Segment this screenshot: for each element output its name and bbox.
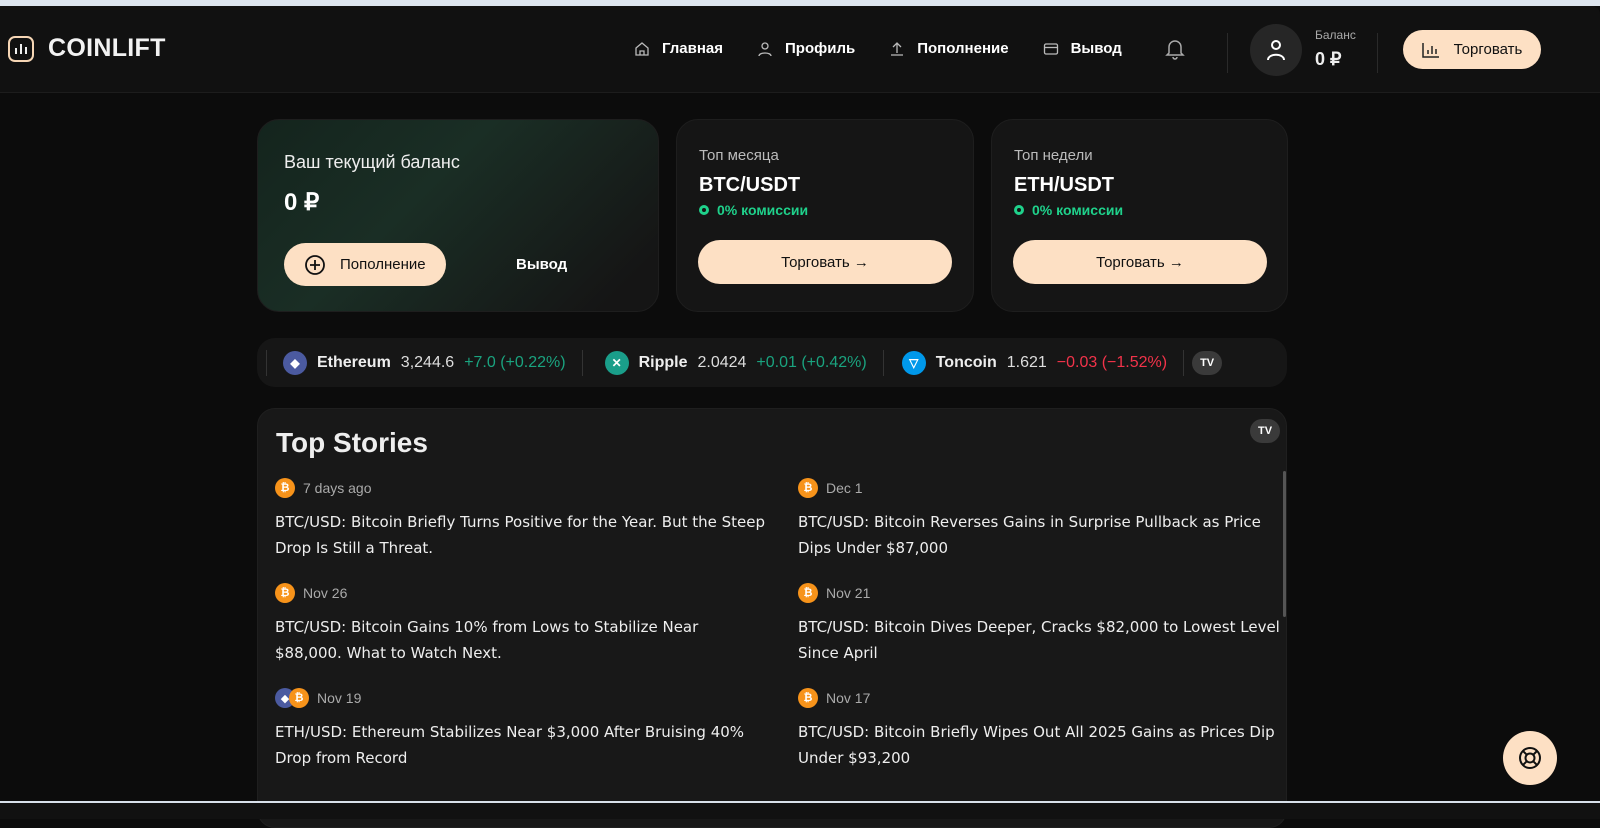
- support-button[interactable]: [1503, 731, 1557, 785]
- nav-profile[interactable]: Профиль: [757, 40, 855, 57]
- top-week-card: Топ недели ETH/USDT 0% комиссии Торговат…: [991, 119, 1288, 312]
- story-title: BTC/USD: Bitcoin Reverses Gains in Surpr…: [798, 513, 1261, 557]
- story-title: BTC/USD: Bitcoin Briefly Turns Positive …: [275, 513, 766, 557]
- main-nav: Главная Профиль Пополнение Вывод: [634, 40, 1122, 57]
- nav-withdraw[interactable]: Вывод: [1043, 40, 1122, 57]
- top-stories-panel: Top Stories TV ₿ 7 days ago BTC/USD: Bitco…: [257, 408, 1287, 828]
- bitcoin-icon: ₿: [798, 478, 818, 498]
- fire-icon: [1014, 205, 1024, 215]
- plus-circle-icon: [305, 254, 325, 275]
- lifebuoy-icon: [1519, 747, 1541, 769]
- fee-text: 0% комиссии: [1032, 202, 1124, 218]
- ticker-clipped: [257, 349, 267, 376]
- ticker-name: Ethereum: [317, 353, 391, 371]
- logo[interactable]: COINLIFT: [8, 34, 166, 63]
- home-icon: [635, 41, 649, 56]
- story-title: BTC/USD: Bitcoin Gains 10% from Lows to …: [275, 618, 699, 662]
- bitcoin-icon: ₿: [798, 583, 818, 603]
- fee-badge: 0% комиссии: [1014, 202, 1123, 218]
- card-icon: [1043, 42, 1058, 55]
- trade-btc-button[interactable]: Торговать →: [698, 240, 952, 284]
- bell-icon[interactable]: [1165, 38, 1185, 60]
- withdraw-button[interactable]: Вывод: [516, 256, 567, 273]
- balance-card-title: Ваш текущий баланс: [284, 152, 460, 172]
- story-date: 7 days ago: [303, 480, 372, 496]
- nav-home[interactable]: Главная: [634, 40, 723, 57]
- story-item[interactable]: ₿ Dec 1 BTC/USD: Bitcoin Reverses Gains in…: [798, 478, 1288, 561]
- ripple-icon: ✕: [604, 350, 629, 375]
- trade-button[interactable]: Торговать: [1403, 30, 1541, 69]
- balance-card: Ваш текущий баланс 0 ₽ Пополнение Вывод: [257, 119, 659, 312]
- deposit-label: Пополнение: [340, 256, 426, 273]
- balance-value: 0 ₽: [1315, 49, 1342, 69]
- fire-icon: [699, 205, 709, 215]
- card-label: Топ месяца: [699, 147, 779, 164]
- ticker-item[interactable]: ✕ Ripple 2.0424 +0.01 (+0.42%): [583, 349, 884, 376]
- top-month-card: Топ месяца BTC/USDT 0% комиссии Торговат…: [676, 119, 974, 312]
- toncoin-icon: ▽: [901, 350, 926, 375]
- stories-title: Top Stories: [276, 427, 428, 458]
- divider: [1377, 33, 1378, 73]
- story-item[interactable]: ◆ ₿ Nov 19 ETH/USD: Ethereum Stabilizes Nea…: [275, 688, 765, 771]
- ticker-item[interactable]: ▽ Toncoin 1.621 −0.03 (−1.52%): [884, 349, 1185, 376]
- ticker-price: 1.621: [1006, 353, 1047, 371]
- upload-icon: [891, 41, 904, 56]
- story-date: Nov 19: [317, 690, 362, 706]
- nav-label: Профиль: [785, 40, 856, 57]
- ticker-name: Toncoin: [935, 353, 997, 371]
- ticker-change: +7.0 (+0.22%): [464, 353, 566, 371]
- trade-eth-button[interactable]: Торговать →: [1013, 240, 1267, 284]
- story-date: Nov 17: [826, 690, 871, 706]
- bitcoin-icon: ₿: [289, 688, 309, 708]
- nav-label: Главная: [662, 40, 724, 57]
- bottom-edge: [0, 801, 1600, 819]
- top-header: COINLIFT Главная Профиль Пополнение Выво…: [0, 6, 1600, 93]
- card-pair: BTC/USDT: [699, 174, 801, 196]
- story-item[interactable]: ₿ Nov 17 BTC/USD: Bitcoin Briefly Wipes Ou…: [798, 688, 1288, 771]
- story-item[interactable]: ₿ Nov 26 BTC/USD: Bitcoin Gains 10% from L…: [275, 583, 765, 666]
- story-title: ETH/USD: Ethereum Stabilizes Near $3,000…: [275, 723, 745, 767]
- story-item[interactable]: ₿ 7 days ago BTC/USD: Bitcoin Briefly Turn…: [275, 478, 765, 561]
- user-icon: [1267, 40, 1285, 61]
- story-date: Dec 1: [826, 480, 863, 496]
- bitcoin-icon: ₿: [798, 688, 818, 708]
- ticker-price: 2.0424: [697, 353, 747, 371]
- ticker-name: Ripple: [638, 353, 688, 371]
- ticker-tape: ◆ Ethereum 3,244.6 +7.0 (+0.22%) ✕ Ripple 2.0…: [257, 338, 1287, 387]
- trade-label: Торговать: [1453, 41, 1523, 58]
- nav-label: Вывод: [1070, 40, 1122, 57]
- balance-label: Баланс: [1315, 28, 1356, 42]
- nav-deposit[interactable]: Пополнение: [889, 40, 1009, 57]
- story-date: Nov 21: [826, 585, 871, 601]
- avatar[interactable]: [1250, 24, 1302, 76]
- logo-text: COINLIFT: [48, 34, 166, 62]
- fee-text: 0% комиссии: [717, 202, 809, 218]
- fee-badge: 0% комиссии: [699, 202, 808, 218]
- story-date: Nov 26: [303, 585, 348, 601]
- nav-label: Пополнение: [917, 40, 1009, 57]
- card-pair: ETH/USDT: [1014, 174, 1114, 196]
- bar-chart-icon: [1421, 42, 1439, 58]
- bitcoin-icon: ₿: [275, 478, 295, 498]
- ticker-price: 3,244.6: [400, 353, 455, 371]
- tradingview-logo-icon[interactable]: TV: [1192, 350, 1223, 375]
- deposit-button[interactable]: Пополнение: [284, 243, 446, 286]
- card-label: Топ недели: [1014, 147, 1093, 164]
- divider: [1227, 33, 1228, 73]
- story-title: BTC/USD: Bitcoin Briefly Wipes Out All 2…: [798, 723, 1275, 767]
- story-item[interactable]: ₿ Nov 21 BTC/USD: Bitcoin Dives Deeper, Cr…: [798, 583, 1288, 666]
- ticker-change: +0.01 (+0.42%): [756, 353, 867, 371]
- ticker-item[interactable]: ◆ Ethereum 3,244.6 +7.0 (+0.22%): [267, 349, 583, 376]
- balance-amount: 0 ₽: [284, 189, 320, 216]
- story-title: BTC/USD: Bitcoin Dives Deeper, Cracks $8…: [798, 618, 1280, 662]
- chart-logo-icon: [8, 35, 34, 62]
- user-icon: [758, 41, 772, 56]
- ethereum-icon: ◆: [283, 350, 307, 375]
- tradingview-logo-icon[interactable]: TV: [1250, 419, 1280, 443]
- bitcoin-icon: ₿: [275, 583, 295, 603]
- ticker-change: −0.03 (−1.52%): [1056, 353, 1168, 371]
